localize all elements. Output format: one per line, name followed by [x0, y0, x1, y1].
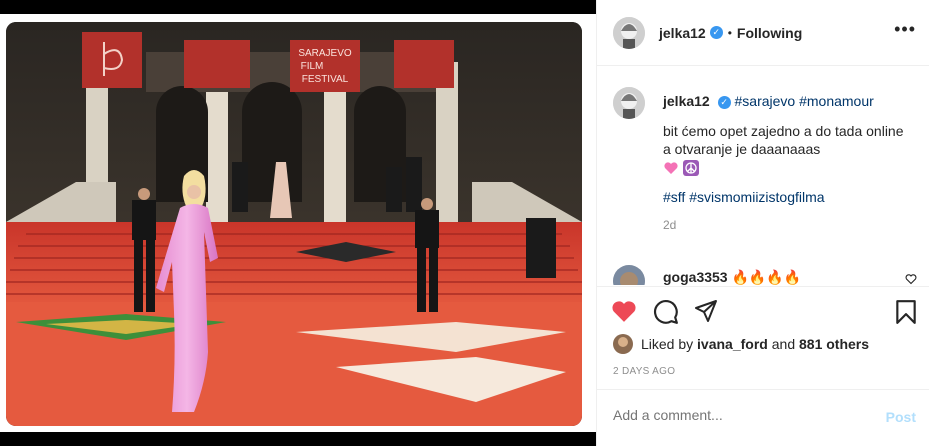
- share-icon[interactable]: [694, 299, 718, 323]
- header-username[interactable]: jelka12: [659, 25, 706, 41]
- pink-heart-icon: [664, 162, 678, 175]
- comment-avatar[interactable]: [613, 265, 645, 285]
- action-bar: [597, 286, 929, 336]
- comment-icon[interactable]: [653, 299, 679, 325]
- comment-username[interactable]: goga3353: [663, 269, 728, 285]
- heart-outline-icon[interactable]: [905, 273, 917, 285]
- comment-input[interactable]: [613, 407, 863, 423]
- instagram-post-view: SARAJEVO FILM FESTIVAL jelka12 ✓ • Follo…: [0, 0, 929, 446]
- avatar-image: [613, 16, 645, 49]
- caption-hashtags-top[interactable]: #sarajevo #monamour: [735, 93, 874, 109]
- following-button[interactable]: Following: [737, 25, 802, 41]
- liked-by-middle: and: [771, 336, 796, 352]
- banner-line-3: FESTIVAL: [302, 74, 349, 85]
- caption-emojis: [663, 158, 923, 177]
- caption-time[interactable]: 2d: [663, 216, 923, 234]
- post-header: jelka12 ✓ • Following •••: [597, 0, 929, 66]
- liked-by: Liked by ivana_ford and 881 others: [613, 334, 869, 354]
- caption-line-1: bit ćemo opet zajedno a do tada online: [663, 123, 904, 139]
- avatar-image: [613, 265, 645, 285]
- liked-by-user[interactable]: ivana_ford: [697, 336, 768, 352]
- avatar[interactable]: [613, 16, 645, 49]
- more-icon[interactable]: •••: [894, 20, 916, 38]
- caption-username[interactable]: jelka12: [663, 93, 710, 109]
- post-date[interactable]: 2 DAYS AGO: [613, 366, 675, 377]
- comments-list[interactable]: jelka12 ✓ #sarajevo #monamour bit ćemo o…: [597, 67, 929, 285]
- banner-line-1: SARAJEVO: [298, 48, 352, 59]
- add-comment-bar: Post: [597, 389, 929, 446]
- caption-hashtags-bottom[interactable]: #sff #svismomiizistogfilma: [663, 188, 923, 206]
- post-side-panel: jelka12 ✓ • Following ••• jelka12 ✓ #sar…: [596, 0, 929, 446]
- verified-icon: ✓: [709, 26, 723, 39]
- caption-line-2: a otvaranje je daaanaaas: [663, 141, 821, 157]
- liked-by-prefix: Liked by: [641, 336, 694, 352]
- verified-icon: ✓: [717, 96, 731, 109]
- post-photo[interactable]: SARAJEVO FILM FESTIVAL: [6, 22, 582, 426]
- peace-symbol-icon: [682, 160, 699, 177]
- avatar-image: [613, 87, 645, 119]
- post-photo-frame: SARAJEVO FILM FESTIVAL: [0, 14, 596, 432]
- comment-body: goga3353 🔥🔥🔥🔥: [663, 269, 801, 285]
- liked-by-others[interactable]: 881 others: [799, 336, 869, 352]
- photo-illustration: SARAJEVO FILM FESTIVAL: [6, 22, 582, 426]
- post-button[interactable]: Post: [886, 409, 916, 425]
- heart-icon[interactable]: [611, 299, 637, 323]
- avatar-image: [613, 334, 633, 354]
- caption-avatar[interactable]: [613, 87, 645, 119]
- comment-text: 🔥🔥🔥🔥: [731, 269, 802, 285]
- banner-line-2: FILM: [301, 61, 324, 72]
- separator-dot: •: [727, 25, 732, 40]
- bookmark-icon[interactable]: [895, 299, 917, 325]
- caption-body: jelka12 ✓ #sarajevo #monamour bit ćemo o…: [663, 92, 923, 234]
- liker-avatar[interactable]: [613, 334, 633, 354]
